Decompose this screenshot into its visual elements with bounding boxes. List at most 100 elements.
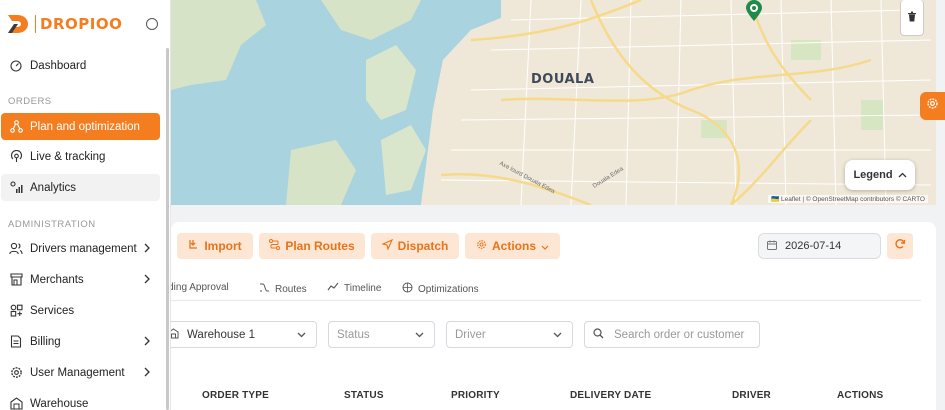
gear-icon bbox=[9, 366, 23, 380]
search-icon bbox=[593, 327, 604, 342]
sidebar-item-label: Plan and optimization bbox=[30, 120, 140, 133]
tab-label: Timeline bbox=[344, 283, 382, 294]
column-header[interactable]: DRIVER bbox=[732, 390, 771, 401]
legend-label: Legend bbox=[853, 169, 893, 181]
refresh-button[interactable] bbox=[887, 233, 913, 259]
column-header[interactable]: STATUS bbox=[344, 390, 384, 401]
chevron-down-icon bbox=[541, 239, 549, 253]
sidebar-item-drivers-management[interactable]: Drivers management bbox=[1, 235, 160, 262]
actions-dropdown[interactable]: Actions bbox=[465, 233, 560, 259]
brand-name: DROPIOO bbox=[40, 15, 123, 33]
sidebar-item-plan-optimization[interactable]: Plan and optimization bbox=[1, 113, 160, 140]
users-icon bbox=[9, 242, 23, 256]
column-header[interactable]: PRIORITY bbox=[451, 390, 500, 401]
route-icon bbox=[259, 282, 270, 296]
sidebar-item-label: Analytics bbox=[30, 181, 77, 194]
warehouse-value: Warehouse 1 bbox=[187, 328, 255, 341]
driver-select[interactable]: Driver bbox=[446, 321, 573, 348]
plan-routes-button[interactable]: Plan Routes bbox=[259, 233, 365, 259]
sidebar-item-user-management[interactable]: User Management bbox=[1, 359, 160, 386]
sidebar: DROPIOO Dashboard ORDERS Plan and optimi… bbox=[0, 0, 171, 410]
tab-timeline[interactable]: Timeline bbox=[327, 282, 381, 295]
settings-tab[interactable] bbox=[920, 92, 945, 120]
sidebar-item-label: Warehouse bbox=[30, 397, 89, 410]
tab-bar: ending Approval Routes Timeline Optimiza… bbox=[157, 279, 921, 301]
logo-icon bbox=[8, 15, 28, 33]
tab-label: Optimizations bbox=[418, 283, 479, 295]
warehouse-icon bbox=[9, 397, 23, 410]
sidebar-item-dashboard[interactable]: Dashboard bbox=[1, 52, 160, 79]
chevron-down-icon bbox=[297, 329, 306, 341]
city-label: DOUALA bbox=[531, 72, 595, 87]
column-header[interactable]: ACTIONS bbox=[837, 390, 883, 401]
optimize-icon bbox=[402, 282, 413, 296]
brand-logo[interactable]: DROPIOO bbox=[7, 13, 122, 35]
trash-icon[interactable] bbox=[907, 9, 917, 27]
logo-divider bbox=[35, 15, 36, 33]
chevron-up-icon bbox=[898, 169, 907, 181]
date-value: 2026-07-14 bbox=[785, 240, 842, 252]
tab-label: Routes bbox=[275, 283, 307, 295]
driver-placeholder: Driver bbox=[455, 328, 486, 341]
store-icon bbox=[9, 273, 23, 287]
dispatch-button[interactable]: Dispatch bbox=[371, 233, 459, 259]
tab-routes[interactable]: Routes bbox=[259, 282, 307, 296]
sidebar-item-analytics[interactable]: Analytics bbox=[1, 174, 160, 201]
import-label: Import bbox=[204, 239, 242, 253]
chevron-down-icon bbox=[553, 329, 562, 341]
sidebar-item-label: Merchants bbox=[30, 273, 84, 286]
sidebar-item-label: Drivers management bbox=[30, 242, 137, 255]
map-marker-icon[interactable] bbox=[745, 0, 763, 27]
sidebar-item-warehouse[interactable]: Warehouse bbox=[1, 390, 160, 410]
route-icon bbox=[269, 239, 281, 253]
sidebar-item-label: User Management bbox=[30, 366, 125, 379]
delete-control[interactable] bbox=[900, 0, 924, 36]
orders-panel: Import Plan Routes Dispatch Actions 2026… bbox=[157, 222, 936, 410]
map-tiles bbox=[171, 0, 936, 205]
import-button[interactable]: Import bbox=[177, 233, 253, 259]
chevron-right-icon bbox=[144, 336, 150, 349]
date-picker[interactable]: 2026-07-14 bbox=[758, 233, 881, 259]
location-signal-icon bbox=[9, 150, 23, 164]
status-placeholder: Status bbox=[337, 328, 370, 341]
sidebar-item-label: Live & tracking bbox=[30, 150, 106, 163]
warehouse-select[interactable]: Warehouse 1 bbox=[165, 321, 317, 348]
search-input[interactable]: Search order or customer bbox=[584, 321, 760, 348]
column-header[interactable]: ORDER TYPE bbox=[202, 390, 269, 401]
section-title-orders: ORDERS bbox=[8, 96, 52, 107]
send-icon bbox=[380, 238, 393, 253]
analytics-icon bbox=[9, 181, 23, 195]
legend-button[interactable]: Legend bbox=[845, 160, 915, 190]
section-title-administration: ADMINISTRATION bbox=[8, 219, 96, 230]
plan-routes-label: Plan Routes bbox=[285, 239, 355, 253]
services-icon bbox=[9, 304, 23, 318]
status-select[interactable]: Status bbox=[328, 321, 435, 348]
refresh-icon bbox=[894, 237, 906, 255]
actions-label: Actions bbox=[491, 239, 536, 253]
tab-optimizations[interactable]: Optimizations bbox=[402, 282, 479, 296]
map-attribution[interactable]: 🇺🇦 Leaflet | © OpenStreetMap contributor… bbox=[768, 195, 928, 203]
sidebar-item-live-tracking[interactable]: Live & tracking bbox=[1, 143, 160, 170]
collapse-toggle[interactable] bbox=[146, 18, 158, 30]
sidebar-item-label: Billing bbox=[30, 335, 61, 348]
column-header[interactable]: DELIVERY DATE bbox=[570, 390, 651, 401]
sidebar-scrollbar[interactable] bbox=[166, 48, 169, 410]
document-icon bbox=[9, 335, 23, 349]
dashboard-icon bbox=[9, 59, 23, 73]
chevron-right-icon bbox=[144, 243, 150, 256]
route-icon bbox=[9, 120, 23, 134]
sidebar-item-label: Dashboard bbox=[30, 59, 87, 72]
sidebar-item-label: Services bbox=[30, 304, 75, 317]
chevron-down-icon bbox=[415, 329, 424, 341]
chevron-right-icon bbox=[144, 367, 150, 380]
map-view[interactable]: DOUALA Axe lourd Douala Edea Douala Edea… bbox=[171, 0, 936, 205]
sidebar-item-services[interactable]: Services bbox=[1, 297, 160, 324]
dispatch-label: Dispatch bbox=[397, 239, 449, 253]
timeline-icon bbox=[327, 282, 339, 295]
import-icon bbox=[188, 239, 199, 253]
sidebar-item-merchants[interactable]: Merchants bbox=[1, 266, 160, 293]
chevron-right-icon bbox=[144, 274, 150, 287]
search-placeholder: Search order or customer bbox=[614, 328, 745, 341]
sidebar-item-billing[interactable]: Billing bbox=[1, 328, 160, 355]
gear-icon bbox=[476, 239, 487, 253]
